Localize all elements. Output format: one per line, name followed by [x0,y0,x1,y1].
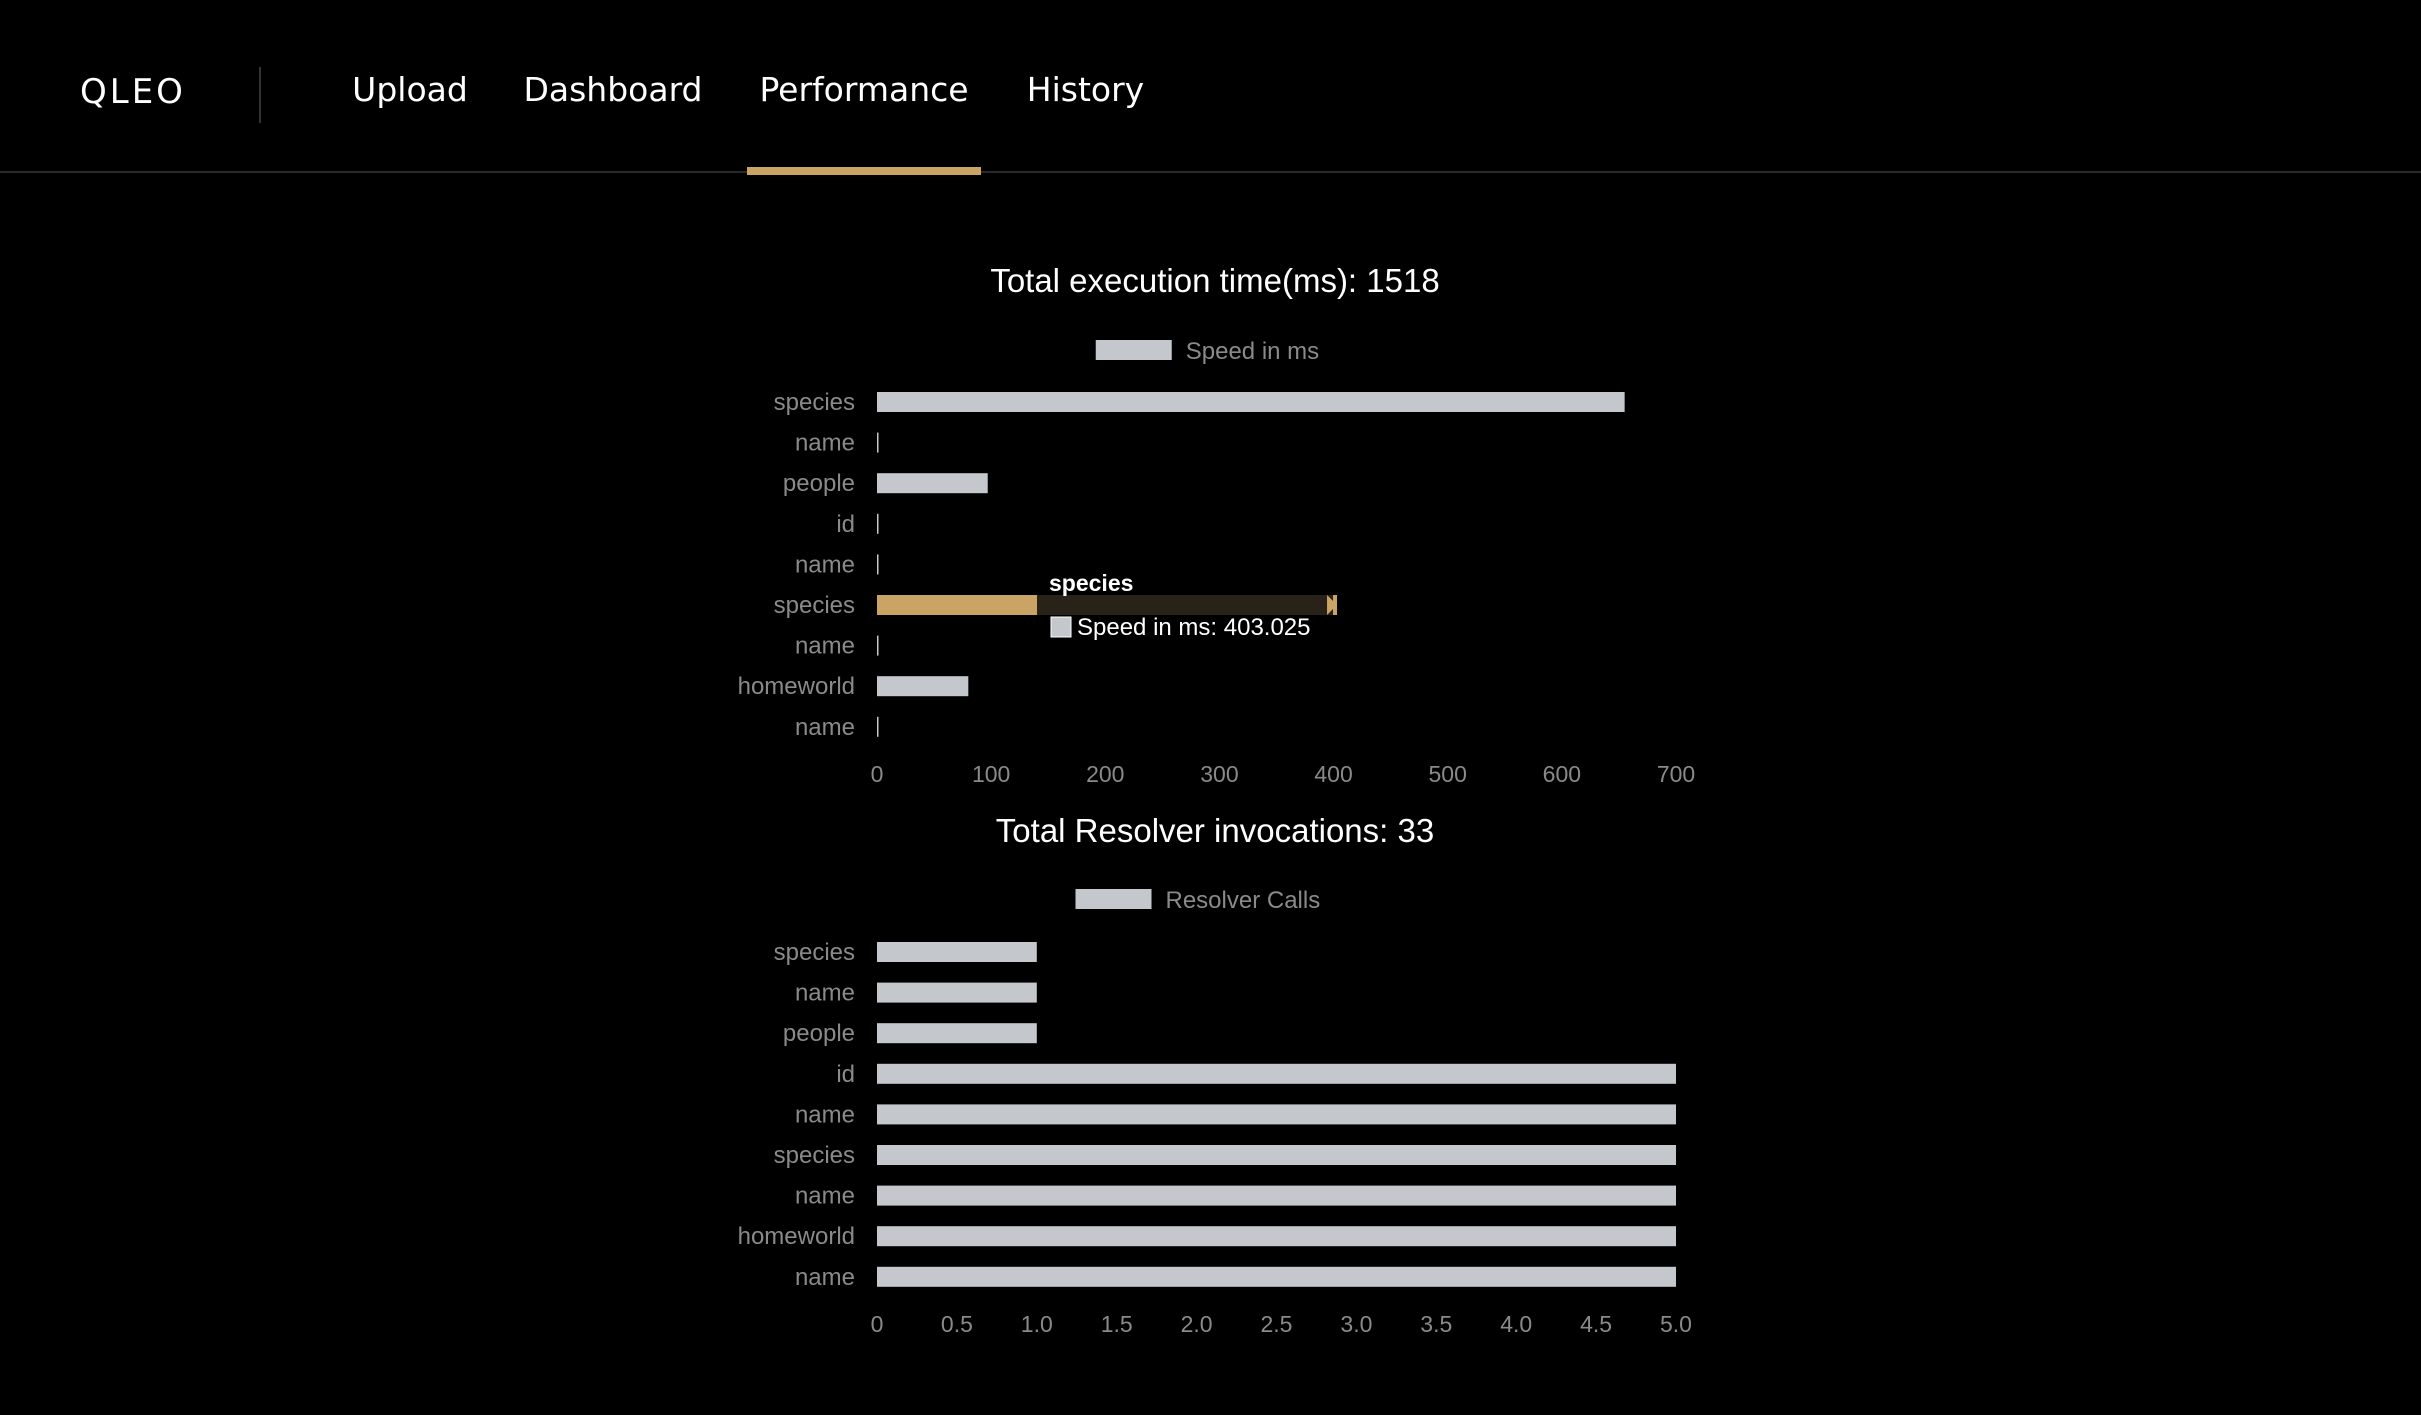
resolver-calls-category-label: id [836,1061,855,1088]
resolver-calls-category-label: name [795,980,855,1007]
exec-time-category-label: name [795,633,855,660]
exec-time-x-tick-label: 600 [1543,761,1581,787]
exec-time-x-tick-label: 100 [972,761,1010,787]
resolver-calls-bar[interactable] [877,1185,1676,1206]
exec-time-x-tick-label: 700 [1657,761,1695,787]
exec-time-x-tick-label: 400 [1314,761,1352,787]
exec-time-x-tick-label: 200 [1086,761,1124,787]
resolver-calls-x-tick-label: 0.5 [941,1311,973,1337]
exec-time-bar[interactable] [877,635,879,656]
resolver-calls-category-label: species [774,1142,855,1169]
resolver-calls-category-label: name [795,1101,855,1128]
resolver-calls-category-label: name [795,1183,855,1210]
charts-area: Total execution time(ms): 1518 Speed in m… [738,262,1696,1337]
tooltip-value: Speed in ms: 403.025 [1077,614,1311,641]
exec-time-category-label: id [836,511,855,538]
resolver-calls-bar[interactable] [877,1063,1676,1084]
exec-time-category-label: homeworld [738,673,855,700]
exec-time-category-label: species [774,389,855,416]
exec-time-bar[interactable] [877,676,969,697]
resolver-calls-x-tick-label: 2.5 [1261,1311,1293,1337]
resolver-calls-x-tick-label: 5.0 [1660,1311,1692,1337]
exec-time-bar[interactable] [877,432,879,453]
resolver-calls-bar[interactable] [877,1145,1676,1165]
resolver-calls-x-tick-label: 4.0 [1500,1311,1532,1337]
exec-time-bar[interactable] [877,473,988,494]
resolver-calls-bar[interactable] [877,1226,1676,1247]
tooltip-swatch [1050,616,1072,638]
resolver-calls-bar[interactable] [877,982,1037,1003]
resolver-calls-x-tick-label: 4.5 [1580,1311,1612,1337]
resolver-calls-category-label: name [795,1264,855,1291]
resolver-calls-legend-swatch[interactable] [1075,889,1152,909]
resolver-calls-bar[interactable] [877,1266,1676,1287]
resolver-calls-chart-title: Total Resolver invocations: 33 [996,812,1434,849]
resolver-calls-bar[interactable] [877,942,1037,962]
exec-time-chart-title: Total execution time(ms): 1518 [990,262,1439,299]
resolver-calls-x-tick-label: 3.0 [1340,1311,1372,1337]
resolver-calls-x-tick-label: 3.5 [1420,1311,1452,1337]
tooltip-title: species [1049,570,1133,596]
resolver-calls-category-label: people [783,1020,855,1047]
resolver-calls-x-tick-label: 2.0 [1181,1311,1213,1337]
exec-time-x-tick-label: 500 [1429,761,1467,787]
exec-time-category-label: people [783,470,855,497]
exec-time-category-label: species [774,592,855,619]
exec-time-x-tick-label: 0 [871,761,884,787]
resolver-calls-x-tick-label: 1.5 [1101,1311,1133,1337]
exec-time-legend-swatch[interactable] [1095,340,1172,360]
exec-time-bar[interactable] [877,716,879,737]
exec-time-category-label: name [795,430,855,457]
exec-time-bar[interactable] [877,513,879,534]
exec-time-x-tick-label: 300 [1200,761,1238,787]
exec-time-bar[interactable] [877,392,1625,412]
exec-time-category-label: name [795,551,855,578]
resolver-calls-category-label: homeworld [738,1223,855,1250]
exec-time-legend-label[interactable]: Speed in ms [1186,338,1319,365]
exec-time-bar[interactable] [877,554,879,575]
tooltip-box [1037,595,1334,615]
resolver-calls-category-label: species [774,939,855,966]
resolver-calls-bar[interactable] [877,1023,1037,1044]
exec-time-category-label: name [795,714,855,741]
resolver-calls-x-tick-label: 0 [871,1311,884,1337]
resolver-calls-x-tick-label: 1.0 [1021,1311,1053,1337]
resolver-calls-legend-label[interactable]: Resolver Calls [1166,887,1321,914]
resolver-calls-bar[interactable] [877,1104,1676,1125]
